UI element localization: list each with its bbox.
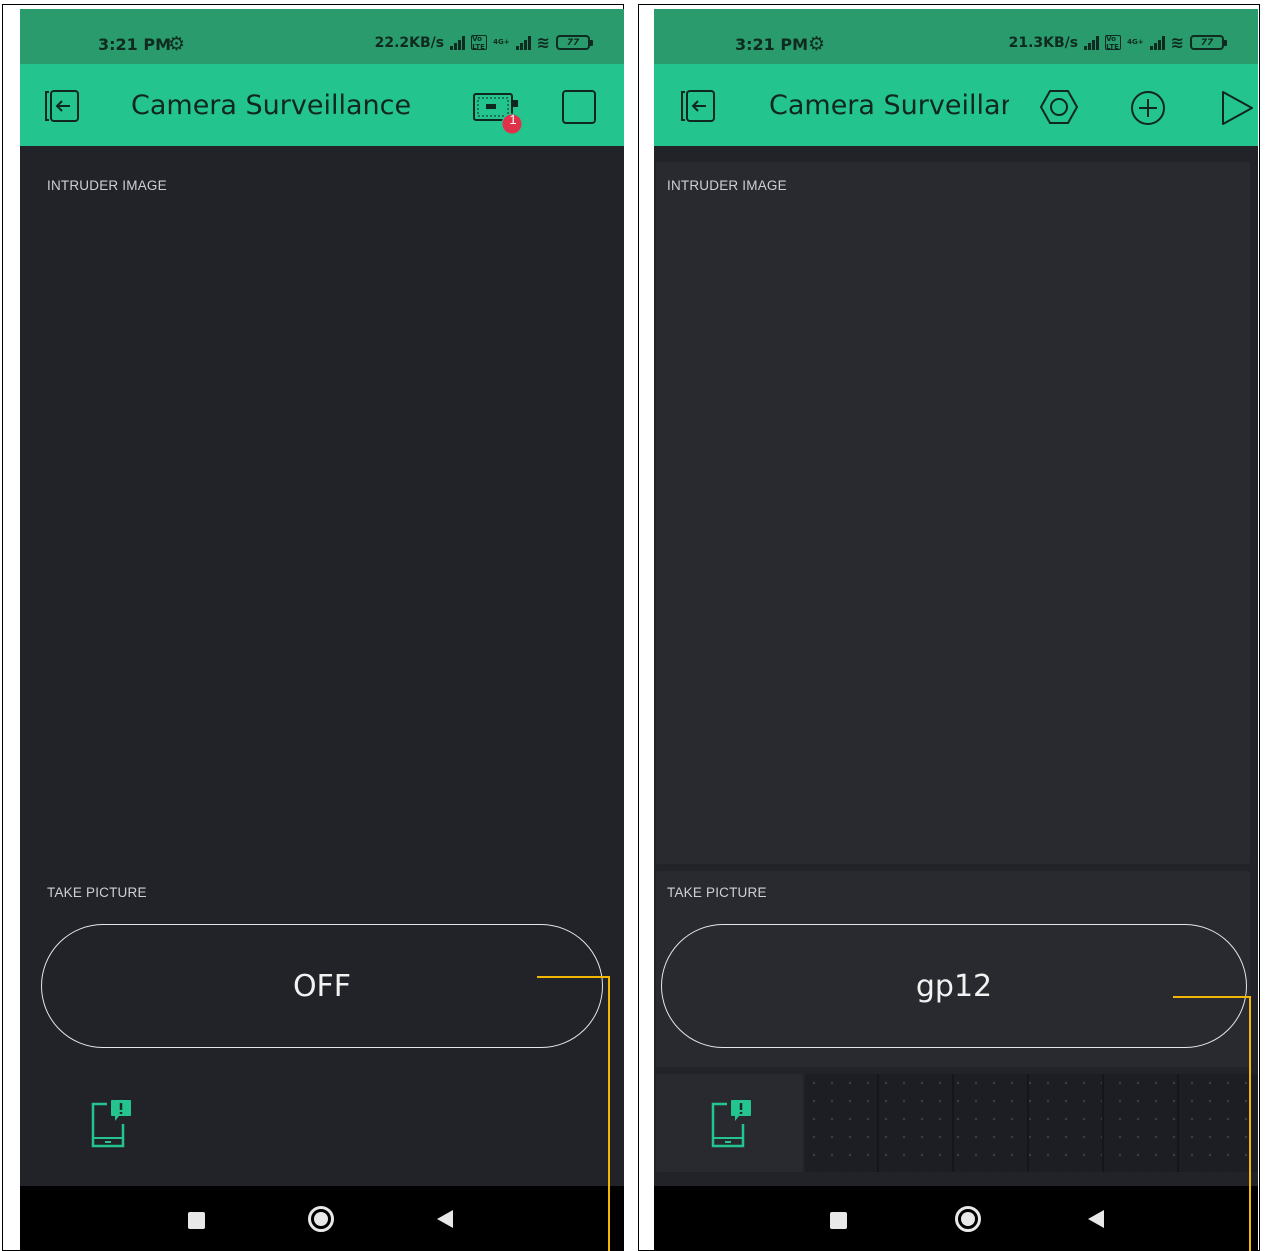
signal-icon-2 [515, 35, 531, 50]
grid-divider [1177, 1074, 1179, 1172]
signal-icon-2 [1149, 35, 1165, 50]
grid-divider [952, 1074, 954, 1172]
phone-notification-icon[interactable] [89, 1094, 135, 1150]
annotation-connector-v [608, 976, 610, 1251]
play-icon[interactable] [1219, 89, 1255, 127]
volte-icon: Vo LTE [1105, 35, 1122, 51]
network-speed: 22.2KB/s [374, 34, 445, 51]
left-screenshot-frame: 3:21 PM ⚙ 22.2KB/s Vo LTE 4G+ ≋ 77 Camer… [2, 4, 624, 1251]
annotation-connector-h [537, 976, 610, 978]
status-time: 3:21 PM [735, 35, 809, 54]
network-type: 4G+ [1127, 38, 1144, 46]
dashboard-canvas: INTRUDER IMAGE TAKE PICTURE gp12 [654, 146, 1258, 1186]
notification-badge: 1 [509, 112, 517, 127]
battery-icon: 77 [556, 35, 593, 50]
image-widget-label: INTRUDER IMAGE [667, 178, 787, 193]
add-circle-icon[interactable] [1129, 89, 1167, 127]
exit-project-icon[interactable] [678, 88, 718, 124]
settings-gear-icon: ⚙ [168, 33, 186, 55]
empty-widget-grid[interactable] [805, 1074, 1258, 1172]
status-icons: 21.3KB/s Vo LTE 4G+ ≋ 77 [1008, 33, 1227, 52]
image-widget[interactable] [656, 162, 1250, 864]
right-screenshot-frame: 3:21 PM ⚙ 21.3KB/s Vo LTE 4G+ ≋ 77 Camer… [638, 4, 1260, 1251]
system-nav-bar [654, 1186, 1258, 1251]
grid-divider [877, 1074, 879, 1172]
settings-gear-icon: ⚙ [808, 33, 826, 55]
status-icons: 22.2KB/s Vo LTE 4G+ ≋ 77 [374, 33, 593, 52]
status-bar: 3:21 PM ⚙ 22.2KB/s Vo LTE 4G+ ≋ 77 [20, 9, 624, 64]
phone-notification-icon[interactable] [709, 1094, 755, 1150]
wifi-icon: ≋ [1170, 33, 1184, 52]
status-time: 3:21 PM [98, 35, 172, 54]
phone-screen-edit: 3:21 PM ⚙ 21.3KB/s Vo LTE 4G+ ≋ 77 Camer… [654, 9, 1258, 1251]
app-bar: Camera Surveillance 1 [20, 64, 624, 146]
signal-icon [1084, 35, 1100, 50]
wifi-icon: ≋ [536, 33, 550, 52]
network-speed: 21.3KB/s [1008, 34, 1079, 51]
phone-screen-running: 3:21 PM ⚙ 22.2KB/s Vo LTE 4G+ ≋ 77 Camer… [20, 9, 624, 1251]
project-title: Camera Surveillance [769, 90, 1009, 121]
volte-icon: Vo LTE [471, 35, 488, 51]
back-icon[interactable] [1088, 1210, 1104, 1228]
dashboard-canvas: INTRUDER IMAGE TAKE PICTURE OFF [20, 146, 624, 1186]
exit-project-icon[interactable] [42, 88, 82, 124]
recent-apps-icon[interactable] [830, 1212, 847, 1229]
status-bar: 3:21 PM ⚙ 21.3KB/s Vo LTE 4G+ ≋ 77 [654, 9, 1258, 64]
battery-icon: 77 [1190, 35, 1227, 50]
home-icon[interactable] [955, 1206, 981, 1232]
project-title: Camera Surveillance [131, 90, 412, 121]
home-icon[interactable] [308, 1206, 334, 1232]
button-widget-label: TAKE PICTURE [667, 885, 767, 900]
image-widget-label: INTRUDER IMAGE [47, 178, 167, 193]
back-icon[interactable] [437, 1210, 453, 1228]
grid-divider [1102, 1074, 1104, 1172]
system-nav-bar [20, 1186, 624, 1251]
device-board-icon[interactable]: 1 [472, 88, 528, 136]
annotation-connector-v [1249, 996, 1251, 1251]
app-bar: Camera Surveillance [654, 64, 1258, 146]
hexagon-settings-icon[interactable] [1039, 87, 1079, 127]
stop-square-icon[interactable] [561, 89, 597, 125]
button-widget-label: TAKE PICTURE [47, 885, 147, 900]
signal-icon [450, 35, 466, 50]
take-picture-button[interactable]: OFF [41, 924, 603, 1048]
network-type: 4G+ [493, 38, 510, 46]
take-picture-button[interactable]: gp12 [661, 924, 1247, 1048]
recent-apps-icon[interactable] [188, 1212, 205, 1229]
grid-divider [1027, 1074, 1029, 1172]
annotation-connector-h [1173, 996, 1251, 998]
